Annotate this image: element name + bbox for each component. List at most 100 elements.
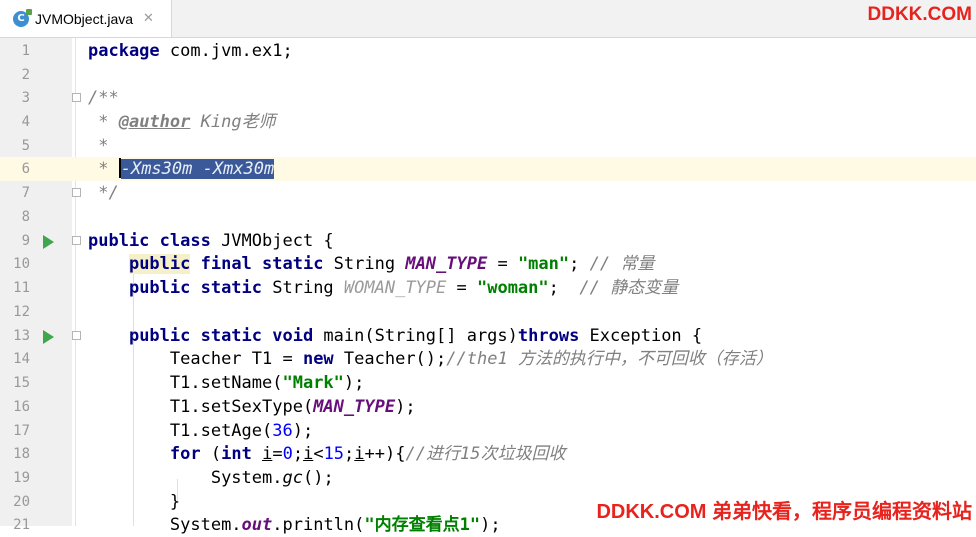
- line-number: 4: [21, 114, 30, 130]
- code-token: WOMAN_TYPE: [343, 278, 447, 298]
- code-line: 11 public static String WOMAN_TYPE = "wo…: [0, 276, 976, 300]
- code-token: }: [169, 492, 181, 512]
- code-token: T1.setAge(: [169, 421, 273, 441]
- code-token: MAN_TYPE: [405, 254, 488, 274]
- code-token: =: [446, 278, 477, 298]
- code-token: );: [395, 397, 416, 417]
- code-token: int: [221, 444, 252, 464]
- code-token: *: [88, 159, 119, 179]
- code-token: ;: [569, 254, 590, 274]
- run-icon[interactable]: [43, 235, 54, 249]
- code-token: T1.setName(: [169, 373, 283, 393]
- code-token: "内存查看点1": [364, 515, 481, 535]
- code-token: "woman": [476, 278, 549, 298]
- code-token: Exception {: [579, 326, 703, 346]
- code-token: MAN_TYPE: [313, 397, 396, 417]
- code-token: );: [343, 373, 365, 393]
- line-number: 21: [13, 517, 30, 533]
- code-line: 5 *: [0, 134, 976, 158]
- code-token: // 常量: [589, 254, 655, 274]
- line-number: 13: [13, 328, 30, 344]
- fold-icon[interactable]: [72, 93, 81, 102]
- code-line: 17 T1.setAge(36);: [0, 419, 976, 443]
- code-token: "man": [517, 254, 570, 274]
- fold-icon[interactable]: [72, 188, 81, 197]
- code-token: throws: [517, 326, 580, 346]
- tab-jvmobject[interactable]: C JVMObject.java ✕: [0, 0, 172, 37]
- code-token: ;: [292, 444, 304, 464]
- code-token: <: [313, 444, 324, 464]
- code-token: main(String[] args): [313, 326, 518, 346]
- code-token: package: [88, 41, 160, 61]
- line-number: 6: [21, 161, 30, 177]
- code-token: Teacher T1 =: [169, 349, 303, 369]
- code-token: new: [302, 349, 334, 369]
- code-line: 19 System.gc();: [0, 466, 976, 490]
- code-token: i: [303, 444, 314, 464]
- run-icon[interactable]: [43, 330, 54, 344]
- code-token: // 静态变量: [579, 278, 679, 298]
- line-number: 2: [21, 67, 30, 83]
- code-token: 0: [282, 444, 293, 464]
- code-token: JVMObject {: [210, 231, 334, 251]
- code-line: 9 public class JVMObject {: [0, 229, 976, 253]
- code-token: final static: [190, 254, 324, 274]
- code-token: ;: [344, 444, 355, 464]
- code-line: 15 T1.setName("Mark");: [0, 371, 976, 395]
- code-line: 14 Teacher T1 = new Teacher();//the1 方法的…: [0, 347, 976, 371]
- tab-filename: JVMObject.java: [35, 10, 134, 27]
- line-number: 14: [13, 351, 30, 367]
- code-token: =: [487, 254, 518, 274]
- code-token: for: [169, 444, 201, 464]
- code-line: 8: [0, 205, 976, 229]
- text-selection[interactable]: -Xms30m -Xmx30m: [120, 159, 275, 179]
- code-line: 2: [0, 63, 976, 87]
- editor-tab-bar: C JVMObject.java ✕ DDKK.COM: [0, 0, 976, 38]
- code-token: ;: [548, 278, 580, 298]
- line-number: 3: [21, 90, 30, 106]
- code-line: 18 for (int i=0;i<15;i++){//进行15次垃圾回收: [0, 442, 976, 466]
- code-token: System.: [169, 515, 242, 535]
- watermark-top: DDKK.COM: [867, 4, 973, 25]
- code-token: );: [480, 515, 501, 535]
- code-token: Teacher();: [333, 349, 447, 369]
- code-token: public static: [128, 278, 263, 298]
- close-icon[interactable]: ✕: [143, 11, 154, 26]
- line-number: 12: [13, 304, 30, 320]
- code-token: *: [88, 112, 119, 132]
- code-token: //the1 方法的执行中，不可回收（存活）: [446, 349, 773, 369]
- code-line-current: 6 * -Xms30m -Xmx30m: [0, 157, 976, 181]
- line-number: 5: [21, 138, 30, 154]
- fold-icon[interactable]: [72, 331, 81, 340]
- code-token: */: [88, 183, 119, 203]
- fold-icon[interactable]: [72, 236, 81, 245]
- code-token: public class: [88, 231, 211, 251]
- line-number: 20: [13, 494, 30, 510]
- line-number: 18: [13, 446, 30, 462]
- line-number: 10: [13, 256, 30, 272]
- code-token: .println(: [272, 515, 365, 535]
- code-token: System.: [210, 468, 283, 488]
- code-token: King老师: [190, 112, 276, 132]
- line-number: 11: [13, 280, 30, 296]
- code-line: 13 public static void main(String[] args…: [0, 324, 976, 348]
- line-number: 1: [21, 43, 30, 59]
- code-token: i: [354, 444, 365, 464]
- code-token: ++){: [364, 444, 406, 464]
- code-token: gc: [282, 468, 303, 488]
- line-number: 17: [13, 423, 30, 439]
- code-token: com.jvm.ex1;: [159, 41, 293, 61]
- code-token: ();: [302, 468, 334, 488]
- code-token: //进行15次垃圾回收: [405, 444, 566, 464]
- code-token: String: [323, 254, 406, 274]
- code-token: 15: [323, 444, 345, 464]
- code-token: 36: [272, 421, 293, 441]
